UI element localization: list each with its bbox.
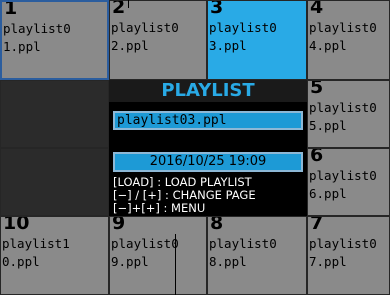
playlist-cell-2[interactable]: 2 playlist0 2.ppl — [109, 0, 207, 80]
cell-number: 5 — [310, 80, 324, 98]
cell-number: 4 — [310, 0, 324, 18]
cell-number: 7 — [310, 216, 324, 234]
playlist-date-field: 2016/10/25 19:09 — [113, 152, 303, 172]
playlist-cell-5[interactable]: 5 playlist0 5.ppl — [307, 80, 390, 148]
cell-number: 2 — [112, 0, 126, 18]
playlist-cell-9[interactable]: 9 playlist0 9.ppl — [109, 216, 207, 295]
cell-filename: playlist0 9.ppl — [111, 236, 179, 269]
callout-line-top — [128, 0, 129, 8]
playlist-cell-7[interactable]: 7 playlist0 7.ppl — [307, 216, 390, 295]
cell-filename: playlist0 3.ppl — [209, 20, 277, 53]
cell-filename: playlist0 2.ppl — [111, 20, 179, 53]
cell-number: 10 — [3, 216, 30, 234]
cell-number: 6 — [310, 148, 324, 166]
playlist-cell-6[interactable]: 6 playlist0 6.ppl — [307, 148, 390, 216]
playlist-screen: 1 playlist0 1.ppl 2 playlist0 2.ppl 3 pl… — [0, 0, 390, 295]
empty-cell — [0, 148, 109, 216]
cell-filename: playlist0 8.ppl — [209, 236, 277, 269]
cell-number: 3 — [210, 0, 224, 18]
cell-number: 8 — [210, 216, 224, 234]
cell-filename: playlist0 1.ppl — [3, 21, 71, 54]
playlist-cell-4[interactable]: 4 playlist0 4.ppl — [307, 0, 390, 80]
playlist-cell-1[interactable]: 1 playlist0 1.ppl — [0, 0, 109, 80]
cell-filename: playlist0 7.ppl — [309, 236, 377, 269]
callout-line-bottom — [175, 234, 176, 295]
cell-filename: playlist0 5.ppl — [309, 100, 377, 133]
cell-number: 1 — [4, 0, 18, 19]
playlist-cell-3[interactable]: 3 playlist0 3.ppl — [207, 0, 307, 80]
cell-number: 9 — [112, 216, 126, 234]
empty-cell — [0, 80, 109, 148]
playlist-cell-10[interactable]: 10 playlist1 0.ppl — [0, 216, 109, 295]
help-menu-line: [−]+[+] : MENU — [113, 201, 206, 215]
cell-filename: playlist0 6.ppl — [309, 168, 377, 201]
cell-filename: playlist1 0.ppl — [2, 236, 70, 269]
cell-filename: playlist0 4.ppl — [309, 20, 377, 53]
selected-playlist-field: playlist03.ppl — [113, 111, 303, 130]
playlist-info-panel: PLAYLIST playlist03.ppl 2016/10/25 19:09… — [109, 80, 307, 216]
playlist-cell-8[interactable]: 8 playlist0 8.ppl — [207, 216, 307, 295]
panel-title: PLAYLIST — [109, 80, 307, 102]
